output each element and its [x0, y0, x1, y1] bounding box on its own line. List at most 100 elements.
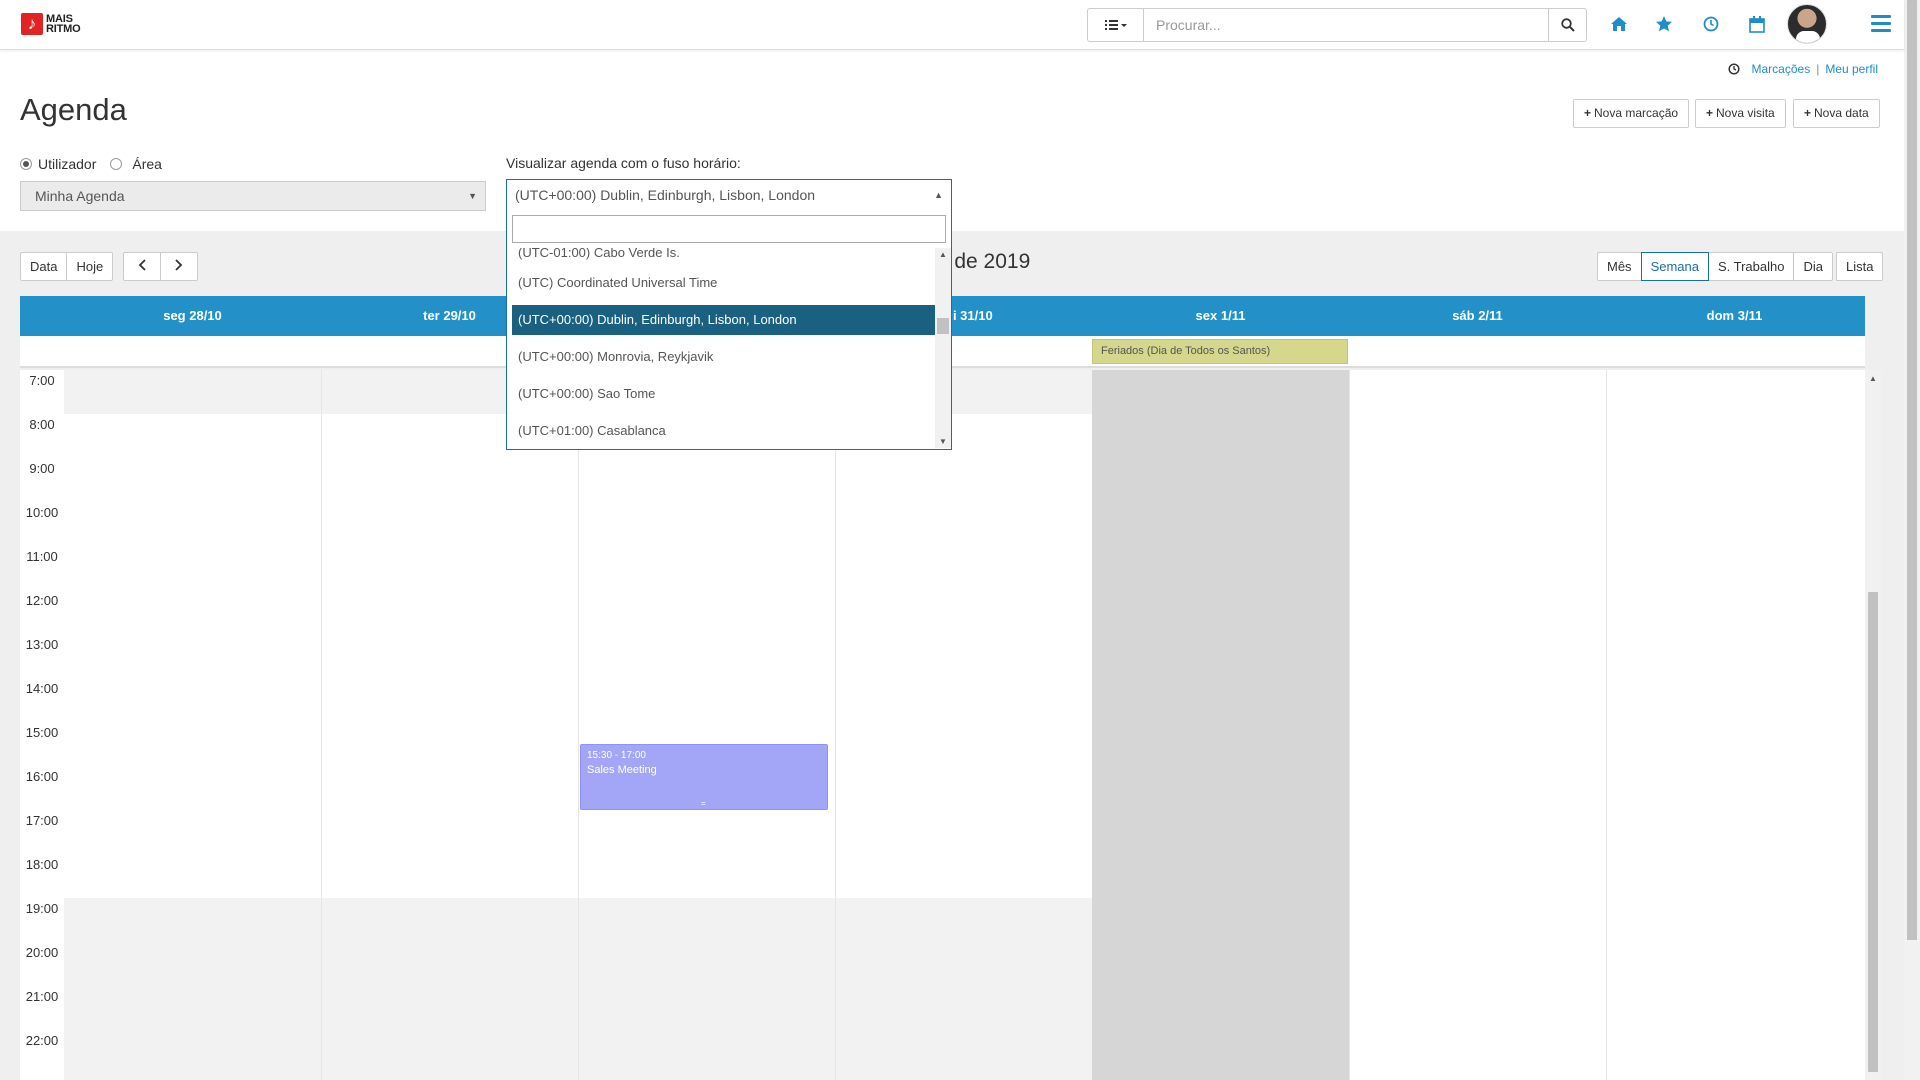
- caret-down-icon: ▼: [468, 191, 477, 201]
- list-view-group: Lista: [1836, 252, 1884, 281]
- timezone-label: Visualizar agenda com o fuso horário:: [506, 155, 741, 171]
- hour-label: 10:00: [25, 505, 59, 520]
- prev-next-group: [123, 252, 198, 281]
- hour-label: 9:00: [29, 461, 55, 476]
- day-header-sun[interactable]: dom 3/11: [1606, 296, 1863, 336]
- search-group: Procurar...: [1087, 8, 1587, 42]
- hour-label: 16:00: [25, 769, 59, 784]
- search-scope-button[interactable]: [1087, 8, 1143, 42]
- bookings-link[interactable]: Marcações: [1752, 62, 1811, 76]
- search-input[interactable]: Procurar...: [1143, 8, 1549, 42]
- hamburger-menu-icon[interactable]: [1871, 15, 1891, 33]
- weekend-area: [1349, 370, 1865, 1080]
- brand-wordmark: MAIS RITMO: [46, 14, 81, 35]
- view-week-button[interactable]: Semana: [1640, 252, 1709, 281]
- chevron-left-icon: [138, 259, 146, 271]
- plus-icon: +: [1584, 106, 1592, 120]
- search-button[interactable]: [1549, 8, 1587, 42]
- new-visit-label: Nova visita: [1716, 106, 1775, 120]
- grid-divider: [835, 370, 836, 1080]
- clock-icon: [1727, 63, 1740, 75]
- view-list-button[interactable]: Lista: [1836, 252, 1884, 281]
- timezone-select-value: (UTC+00:00) Dublin, Edinburgh, Lisbon, L…: [515, 187, 816, 203]
- new-date-label: Nova data: [1814, 106, 1869, 120]
- today-button[interactable]: Hoje: [66, 252, 114, 281]
- day-header-mon[interactable]: seg 28/10: [64, 296, 321, 336]
- view-workweek-button[interactable]: S. Trabalho: [1707, 252, 1795, 281]
- agenda-type-radio-group: Utilizador Área: [20, 156, 162, 172]
- music-note-icon: ♪: [21, 13, 43, 35]
- new-booking-button[interactable]: + Nova marcação: [1573, 99, 1690, 128]
- resize-handle-icon[interactable]: =: [701, 799, 706, 808]
- timezone-option[interactable]: (UTC) Coordinated Universal Time: [512, 268, 936, 298]
- timezone-search-input[interactable]: [512, 215, 946, 243]
- hour-label: 12:00: [25, 593, 59, 608]
- link-separator: |: [1816, 62, 1820, 76]
- scrollbar-thumb[interactable]: [1907, 0, 1917, 940]
- scroll-up-icon[interactable]: ▲: [939, 250, 947, 259]
- hour-label: 8:00: [29, 417, 55, 432]
- timezone-option[interactable]: (UTC+00:00) Monrovia, Reykjavik: [512, 342, 936, 372]
- event-title: Sales Meeting: [587, 764, 657, 776]
- holiday-day-block: [1092, 370, 1349, 1080]
- radio-area[interactable]: [110, 158, 123, 170]
- agenda-select[interactable]: Minha Agenda ▼: [20, 181, 486, 211]
- avatar[interactable]: [1787, 4, 1827, 44]
- agenda-select-value: Minha Agenda: [35, 188, 125, 204]
- timezone-option[interactable]: (UTC-01:00) Cabo Verde Is.: [512, 248, 936, 268]
- event-time: 15:30 - 17:00: [587, 750, 646, 761]
- grid-divider: [1606, 370, 1607, 1080]
- timezone-options-list: (UTC-01:00) Cabo Verde Is. (UTC) Coordin…: [512, 248, 936, 448]
- hour-label: 18:00: [25, 857, 59, 872]
- hour-label: 13:00: [25, 637, 59, 652]
- page-title: Agenda: [20, 92, 127, 127]
- calendar-scrollbar[interactable]: ▲: [1865, 370, 1881, 1080]
- timezone-select[interactable]: (UTC+00:00) Dublin, Edinburgh, Lisbon, L…: [506, 179, 952, 211]
- hour-label: 17:00: [25, 813, 59, 828]
- page-scrollbar[interactable]: [1904, 0, 1920, 1080]
- holiday-event[interactable]: Feriados (Dia de Todos os Santos): [1092, 339, 1348, 364]
- time-column: 7:00 8:00 9:00 10:00 11:00 12:00 13:00 1…: [20, 370, 64, 1080]
- profile-link[interactable]: Meu perfil: [1825, 62, 1878, 76]
- day-header-fri[interactable]: sex 1/11: [1092, 296, 1349, 336]
- day-header-sat[interactable]: sáb 2/11: [1349, 296, 1606, 336]
- hour-label: 22:00: [25, 1033, 59, 1048]
- view-month-button[interactable]: Mês: [1597, 252, 1642, 281]
- timezone-option[interactable]: (UTC+01:00) Casablanca: [512, 416, 936, 446]
- caret-up-icon: ▲: [934, 190, 943, 200]
- timezone-scrollbar[interactable]: ▲ ▼: [935, 248, 951, 448]
- grid-divider: [321, 370, 322, 1080]
- scrollbar-thumb[interactable]: [1868, 592, 1878, 1072]
- radio-user[interactable]: [20, 158, 32, 170]
- date-nav-group: Data Hoje: [20, 252, 114, 281]
- scroll-up-icon[interactable]: ▲: [1869, 374, 1877, 383]
- star-icon[interactable]: [1653, 13, 1675, 35]
- scrollbar-thumb[interactable]: [937, 318, 949, 334]
- grid-divider: [578, 370, 579, 1080]
- view-day-button[interactable]: Dia: [1793, 252, 1833, 281]
- home-icon[interactable]: [1608, 13, 1630, 35]
- time-grid[interactable]: 7:00 8:00 9:00 10:00 11:00 12:00 13:00 1…: [20, 370, 1865, 1080]
- hour-label: 21:00: [25, 989, 59, 1004]
- brand-line-2: RITMO: [46, 23, 81, 35]
- brand-logo[interactable]: ♪ MAIS RITMO: [21, 13, 81, 35]
- hour-label: 11:00: [26, 549, 58, 564]
- radio-area-label: Área: [132, 156, 162, 172]
- prev-week-button[interactable]: [123, 252, 161, 281]
- hour-label: 20:00: [25, 945, 59, 960]
- clock-icon[interactable]: [1700, 13, 1722, 35]
- new-date-button[interactable]: + Nova data: [1793, 99, 1880, 128]
- next-week-button[interactable]: [160, 252, 198, 281]
- timezone-option-selected[interactable]: (UTC+00:00) Dublin, Edinburgh, Lisbon, L…: [512, 305, 936, 335]
- list-icon: [1104, 20, 1127, 30]
- calendar-event[interactable]: 15:30 - 17:00 Sales Meeting =: [580, 744, 828, 810]
- scroll-down-icon[interactable]: ▼: [939, 437, 947, 446]
- new-visit-button[interactable]: + Nova visita: [1695, 99, 1786, 128]
- top-bar: ♪ MAIS RITMO Procurar...: [0, 0, 1904, 50]
- timezone-option[interactable]: (UTC+00:00) Sao Tome: [512, 379, 936, 409]
- calendar-icon[interactable]: [1746, 13, 1768, 35]
- hour-label: 15:00: [25, 725, 59, 740]
- date-button[interactable]: Data: [20, 252, 68, 281]
- search-icon: [1560, 18, 1575, 32]
- radio-user-label: Utilizador: [38, 156, 97, 172]
